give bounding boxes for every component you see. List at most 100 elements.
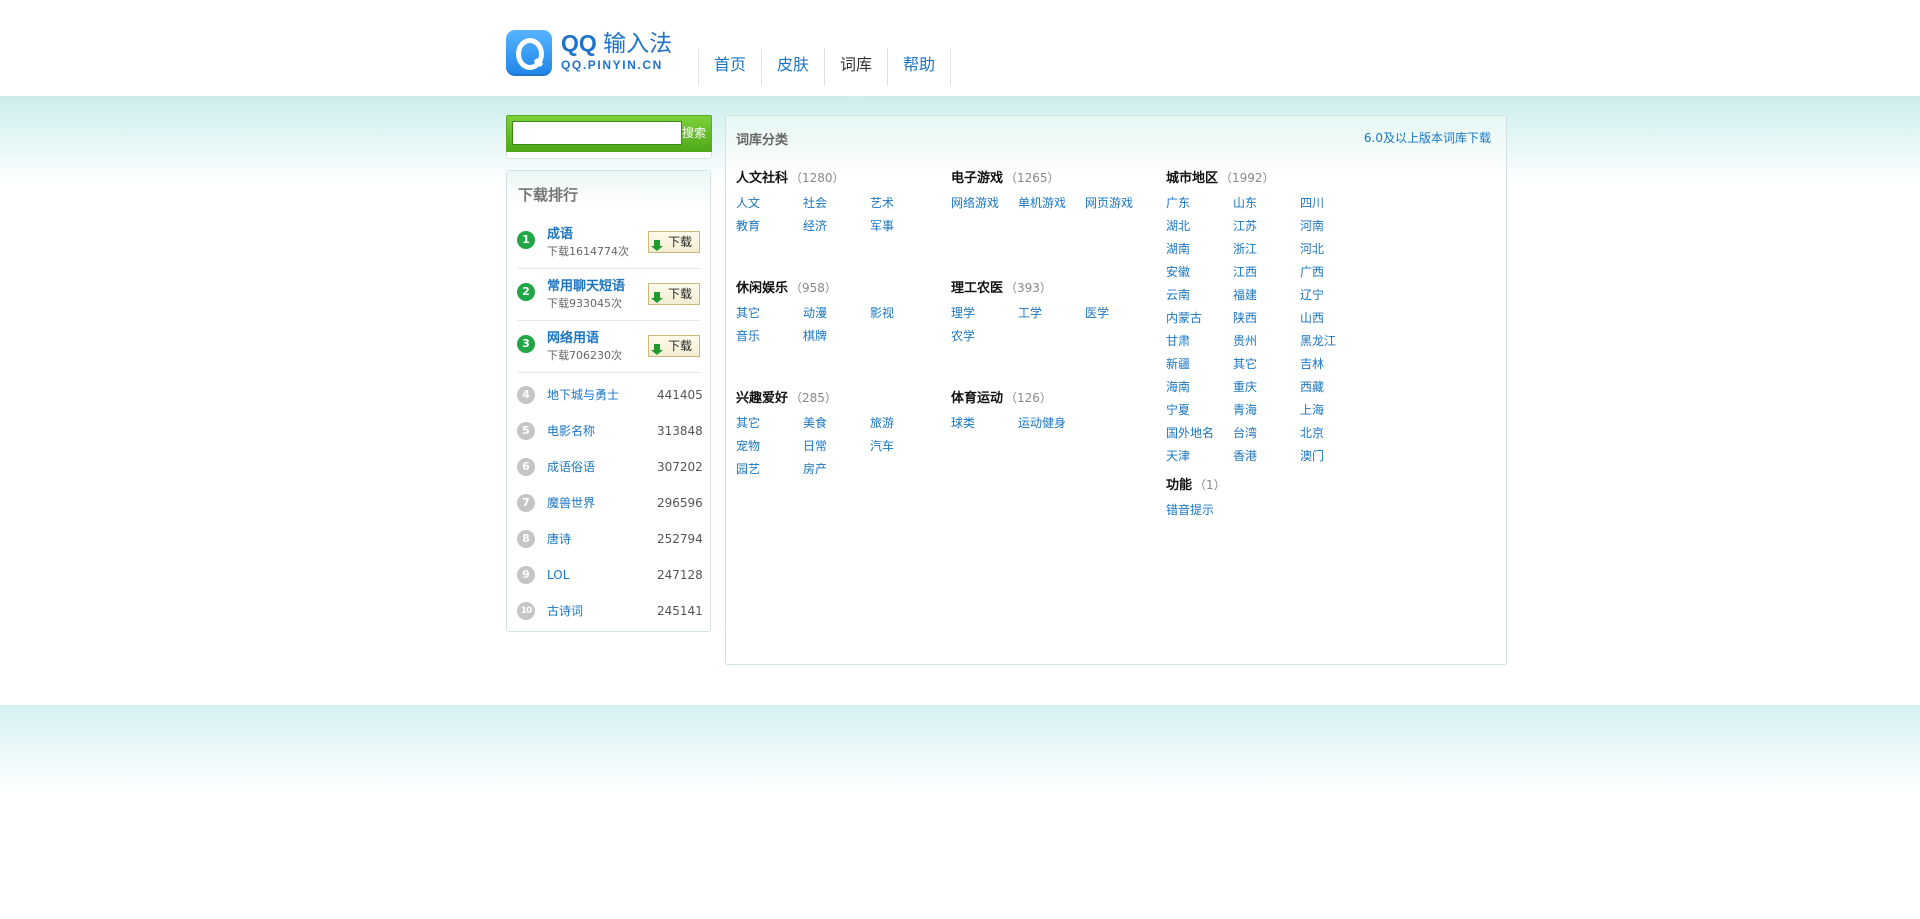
category-link[interactable]: 艺术 xyxy=(870,194,894,211)
rank-item-name[interactable]: 常用聊天短语 xyxy=(547,275,625,294)
category-link[interactable]: 经济 xyxy=(803,217,827,234)
category-link[interactable]: 新疆 xyxy=(1166,355,1190,372)
category-link[interactable]: 其它 xyxy=(1233,355,1257,372)
category-link[interactable]: 台湾 xyxy=(1233,424,1257,441)
category-link[interactable]: 理学 xyxy=(951,304,975,321)
category-link[interactable]: 青海 xyxy=(1233,401,1257,418)
category-link[interactable]: 人文 xyxy=(736,194,760,211)
rank-item-name[interactable]: LOL xyxy=(547,557,569,593)
category-link[interactable]: 四川 xyxy=(1300,194,1324,211)
download-label: 下载 xyxy=(668,339,693,353)
rank-item-name[interactable]: 成语俗语 xyxy=(547,449,595,485)
category-link[interactable]: 影视 xyxy=(870,304,894,321)
category-link[interactable]: 网络游戏 xyxy=(951,194,999,211)
category-link[interactable]: 运动健身 xyxy=(1018,414,1066,431)
category-link[interactable]: 江西 xyxy=(1233,263,1257,280)
category-link[interactable]: 陕西 xyxy=(1233,309,1257,326)
rank-row: 4 地下城与勇士 441405 xyxy=(517,377,703,413)
category-link[interactable]: 浙江 xyxy=(1233,240,1257,257)
category-link[interactable]: 江苏 xyxy=(1233,217,1257,234)
download-button[interactable]: 下载 xyxy=(648,283,700,305)
category-link[interactable]: 吉林 xyxy=(1300,355,1324,372)
category-link[interactable]: 旅游 xyxy=(870,414,894,431)
qq-logo-icon[interactable] xyxy=(506,30,552,76)
rank-item-name[interactable]: 网络用语 xyxy=(547,327,599,346)
download-button[interactable]: 下载 xyxy=(648,335,700,357)
rank-item-count: 313848 xyxy=(657,424,703,438)
rank-item-name[interactable]: 古诗词 xyxy=(547,593,583,629)
category-link[interactable]: 澳门 xyxy=(1300,447,1324,464)
category-link[interactable]: 军事 xyxy=(870,217,894,234)
category-link[interactable]: 香港 xyxy=(1233,447,1257,464)
category-link[interactable]: 宠物 xyxy=(736,437,760,454)
category-count: （285） xyxy=(790,391,837,405)
rank-item-name[interactable]: 地下城与勇士 xyxy=(547,377,619,413)
download-arrow-icon xyxy=(651,344,663,355)
category-link[interactable]: 山西 xyxy=(1300,309,1324,326)
category-link[interactable]: 安徽 xyxy=(1166,263,1190,280)
rank-item-name[interactable]: 电影名称 xyxy=(547,413,595,449)
category-link[interactable]: 贵州 xyxy=(1233,332,1257,349)
rank-item-name[interactable]: 唐诗 xyxy=(547,521,571,557)
category-link[interactable]: 北京 xyxy=(1300,424,1324,441)
category-link[interactable]: 医学 xyxy=(1085,304,1109,321)
category-link[interactable]: 广东 xyxy=(1166,194,1190,211)
category-link[interactable]: 音乐 xyxy=(736,327,760,344)
category-link[interactable]: 内蒙古 xyxy=(1166,309,1202,326)
rank-item-name[interactable]: 魔兽世界 xyxy=(547,485,595,521)
search-button[interactable]: 搜索 xyxy=(682,124,706,141)
category-link[interactable]: 球类 xyxy=(951,414,975,431)
category-link[interactable]: 棋牌 xyxy=(803,327,827,344)
category-link[interactable]: 汽车 xyxy=(870,437,894,454)
category-link[interactable]: 河北 xyxy=(1300,240,1324,257)
category-link[interactable]: 宁夏 xyxy=(1166,401,1190,418)
main-nav: 首页 皮肤 词库 帮助 xyxy=(698,48,952,97)
category-link[interactable]: 湖南 xyxy=(1166,240,1190,257)
category-link[interactable]: 广西 xyxy=(1300,263,1324,280)
category-link[interactable]: 黑龙江 xyxy=(1300,332,1336,349)
category-link[interactable]: 重庆 xyxy=(1233,378,1257,395)
search-input[interactable] xyxy=(512,121,682,145)
category-link[interactable]: 工学 xyxy=(1018,304,1042,321)
category-link[interactable]: 日常 xyxy=(803,437,827,454)
category-link[interactable]: 错音提示 xyxy=(1166,501,1214,518)
category-link[interactable]: 山东 xyxy=(1233,194,1257,211)
category-link[interactable]: 其它 xyxy=(736,414,760,431)
category-link[interactable]: 社会 xyxy=(803,194,827,211)
category-link[interactable]: 美食 xyxy=(803,414,827,431)
category-link[interactable]: 单机游戏 xyxy=(1018,194,1066,211)
nav-dictionary[interactable]: 词库 xyxy=(825,48,889,97)
category-link[interactable]: 上海 xyxy=(1300,401,1324,418)
category-name: 功能 xyxy=(1166,478,1193,493)
nav-help[interactable]: 帮助 xyxy=(888,48,952,86)
category-link[interactable]: 教育 xyxy=(736,217,760,234)
rank-item-count: 307202 xyxy=(657,460,703,474)
nav-home[interactable]: 首页 xyxy=(699,48,763,86)
category-link[interactable]: 农学 xyxy=(951,327,975,344)
category-link[interactable]: 河南 xyxy=(1300,217,1324,234)
category-link[interactable]: 国外地名 xyxy=(1166,424,1214,441)
category-link[interactable]: 房产 xyxy=(803,460,827,477)
category-link[interactable]: 福建 xyxy=(1233,286,1257,303)
category-link[interactable]: 云南 xyxy=(1166,286,1190,303)
category-link[interactable]: 网页游戏 xyxy=(1085,194,1133,211)
rank-item-name[interactable]: 成语 xyxy=(547,223,573,242)
category-link[interactable]: 湖北 xyxy=(1166,217,1190,234)
category-link[interactable]: 天津 xyxy=(1166,447,1190,464)
v6-download-link[interactable]: 6.0及以上版本词库下载 xyxy=(1364,129,1491,146)
category-link[interactable]: 海南 xyxy=(1166,378,1190,395)
category-link[interactable]: 园艺 xyxy=(736,460,760,477)
category-link[interactable]: 甘肃 xyxy=(1166,332,1190,349)
category-link[interactable]: 动漫 xyxy=(803,304,827,321)
nav-skins[interactable]: 皮肤 xyxy=(762,48,826,86)
download-button[interactable]: 下载 xyxy=(648,231,700,253)
page-background-bottom xyxy=(0,705,1920,795)
rank-number-badge: 1 xyxy=(517,231,535,249)
category-link[interactable]: 其它 xyxy=(736,304,760,321)
category-name: 休闲娱乐 xyxy=(736,281,789,296)
category-link[interactable]: 西藏 xyxy=(1300,378,1324,395)
logo-text[interactable]: QQ 输入法 QQ.PINYIN.CN xyxy=(561,30,672,73)
category-block: 城市地区 （1992） 广东 山东 四川 湖北 江苏 河南 湖南 浙江 河北 安徽 江西 广西 云南 福建 辽宁… xyxy=(1166,170,1366,470)
rank-number-badge: 5 xyxy=(517,422,535,440)
category-link[interactable]: 辽宁 xyxy=(1300,286,1324,303)
